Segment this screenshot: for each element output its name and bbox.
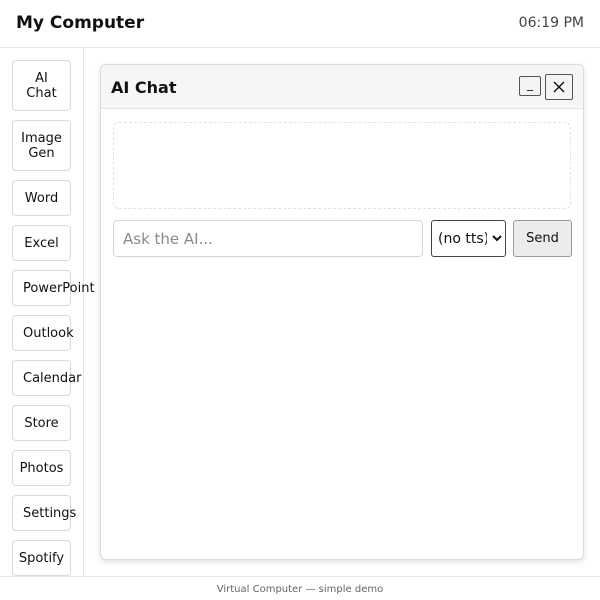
top-bar: My Computer 06:19 PM xyxy=(0,0,600,48)
sidebar-item-word[interactable]: Word xyxy=(12,180,71,216)
footer: Virtual Computer — simple demo xyxy=(0,576,600,600)
footer-text: Virtual Computer — simple demo xyxy=(216,584,384,595)
clock: 06:19 PM xyxy=(518,15,584,31)
close-icon xyxy=(553,81,565,93)
close-button[interactable] xyxy=(545,74,573,100)
tts-select[interactable]: (no tts) xyxy=(431,220,506,257)
sidebar-item-spotify[interactable]: Spotify xyxy=(12,540,71,576)
sidebar: AI Chat Image Gen Word Excel PowerPoint … xyxy=(0,48,95,576)
send-button[interactable]: Send xyxy=(513,220,572,257)
window-titlebar[interactable]: AI Chat _ xyxy=(101,65,583,109)
chat-input[interactable] xyxy=(113,220,423,257)
minimize-button[interactable]: _ xyxy=(519,76,541,96)
chat-log xyxy=(113,122,571,209)
sidebar-item-outlook[interactable]: Outlook xyxy=(12,315,74,351)
sidebar-item-settings[interactable]: Settings xyxy=(12,495,76,531)
window-title: AI Chat xyxy=(111,78,177,97)
sidebar-item-image-gen[interactable]: Image Gen xyxy=(12,120,71,171)
sidebar-item-calendar[interactable]: Calendar xyxy=(12,360,81,396)
page-title: My Computer xyxy=(16,13,145,33)
sidebar-item-ai-chat[interactable]: AI Chat xyxy=(12,60,71,111)
sidebar-item-photos[interactable]: Photos xyxy=(12,450,71,486)
ai-chat-window: AI Chat _ (no tts) Send xyxy=(100,64,584,560)
sidebar-item-powerpoint[interactable]: PowerPoint xyxy=(12,270,95,306)
sidebar-item-excel[interactable]: Excel xyxy=(12,225,71,261)
sidebar-item-store[interactable]: Store xyxy=(12,405,71,441)
